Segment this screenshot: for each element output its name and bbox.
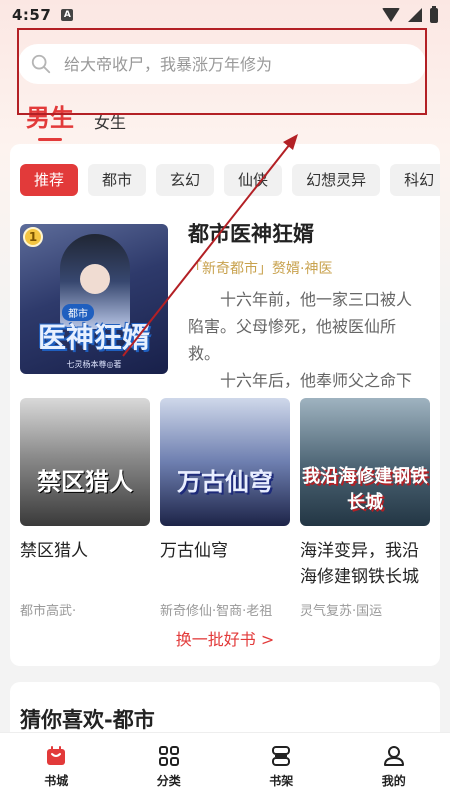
category-chip-recommend[interactable]: 推荐 xyxy=(20,164,79,196)
book-title: 万古仙穹 xyxy=(160,541,228,561)
category-chip-urban[interactable]: 都市 xyxy=(88,164,147,196)
book-item[interactable]: 万古仙穹 万古仙穹 新奇修仙·智商·老祖 xyxy=(160,398,290,619)
featured-book-description: 十六年前，他一家三口被人陷害。父母惨死，他被医仙所救。 十六年后，他奉师父之命下… xyxy=(188,286,424,394)
status-bar: 4:57 A xyxy=(0,0,450,30)
category-chip-supernatural[interactable]: 幻想灵异 xyxy=(292,164,381,196)
tab-female[interactable]: 女生 xyxy=(94,109,126,133)
nav-category[interactable]: 分类 xyxy=(129,744,209,789)
nav-label: 书架 xyxy=(269,774,294,788)
nav-label: 分类 xyxy=(156,774,181,788)
category-grid-icon xyxy=(158,746,179,766)
book-grid: 禁区猎人 禁区猎人 都市高武· 万古仙穹 万古仙穹 新奇修仙·智商·老祖 我沿海… xyxy=(20,398,430,619)
bookstore-icon xyxy=(47,746,66,765)
book-tags: 都市高武· xyxy=(20,604,77,619)
cover-title-art: 医神狂婿 xyxy=(37,321,150,354)
nav-bookshelf[interactable]: 书架 xyxy=(241,744,321,789)
section-title: 猜你喜欢-都市 xyxy=(20,708,155,732)
cover-face xyxy=(80,264,110,294)
featured-book-cover[interactable]: 都市 医神狂婿 七灵杨本尊◎著 1 xyxy=(20,224,168,374)
featured-book-info[interactable]: 都市医神狂婿 「新奇都市」赘婿·神医 十六年前，他一家三口被人陷害。父母惨死，他… xyxy=(188,218,424,394)
category-chip-fantasy[interactable]: 玄幻 xyxy=(156,164,215,196)
swap-batch-link[interactable]: 换一批好书 > xyxy=(10,626,440,650)
signal-icon xyxy=(408,8,422,22)
tab-male[interactable]: 男生 xyxy=(26,98,74,141)
gender-tabs: 男生 女生 xyxy=(26,98,126,141)
category-chips: 推荐 都市 玄幻 仙侠 幻想灵异 科幻 xyxy=(20,164,440,196)
nav-profile[interactable]: 我的 xyxy=(354,744,434,789)
nav-label: 我的 xyxy=(381,774,406,788)
recommend-card: 推荐 都市 玄幻 仙侠 幻想灵异 科幻 都市 医神狂婿 七灵杨本尊◎著 1 都市… xyxy=(10,144,440,666)
cover-title-art: 万古仙穹 xyxy=(177,468,273,496)
nav-label: 书城 xyxy=(44,774,69,788)
search-input[interactable] xyxy=(64,54,394,74)
featured-book-title: 都市医神狂婿 xyxy=(188,222,314,246)
category-chip-scifi[interactable]: 科幻 xyxy=(390,164,440,196)
category-chip-xianxia[interactable]: 仙侠 xyxy=(224,164,283,196)
nav-bookstore[interactable]: 书城 xyxy=(16,744,96,789)
description-paragraph: 十六年后，他奉师父之命下山。入赘宁家，成为豪门赘婿... xyxy=(220,371,413,390)
cover-author-art: 七灵杨本尊◎著 xyxy=(66,360,122,369)
book-title: 禁区猎人 xyxy=(20,541,88,561)
bottom-nav: 书城 分类 书架 我的 xyxy=(0,732,450,800)
book-cover: 禁区猎人 xyxy=(20,398,150,526)
search-box[interactable] xyxy=(18,44,426,84)
notification-badge-icon: A xyxy=(61,9,74,21)
status-time: 4:57 xyxy=(12,6,52,24)
cover-title-art: 我沿海修建钢铁长城 xyxy=(302,466,428,513)
book-title: 海洋变异，我沿海修建钢铁长城 xyxy=(300,541,419,587)
cover-title-art: 禁区猎人 xyxy=(37,468,133,496)
profile-icon xyxy=(383,746,404,766)
battery-icon xyxy=(430,5,438,23)
rank-badge-icon: 1 xyxy=(23,227,43,247)
book-cover: 万古仙穹 xyxy=(160,398,290,526)
description-paragraph: 十六年前，他一家三口被人陷害。父母惨死，他被医仙所救。 xyxy=(188,290,413,363)
book-tags: 灵气复苏·国运 xyxy=(300,604,383,619)
wifi-icon xyxy=(382,8,400,22)
book-cover: 我沿海修建钢铁长城 xyxy=(300,398,430,526)
featured-book-tags: 「新奇都市」赘婿·神医 xyxy=(188,261,333,277)
book-tags: 新奇修仙·智商·老祖 xyxy=(160,604,273,619)
bookshelf-icon xyxy=(272,746,291,766)
book-item[interactable]: 禁区猎人 禁区猎人 都市高武· xyxy=(20,398,150,619)
book-item[interactable]: 我沿海修建钢铁长城 海洋变异，我沿海修建钢铁长城 灵气复苏·国运 xyxy=(300,398,430,619)
search-icon xyxy=(31,54,51,74)
